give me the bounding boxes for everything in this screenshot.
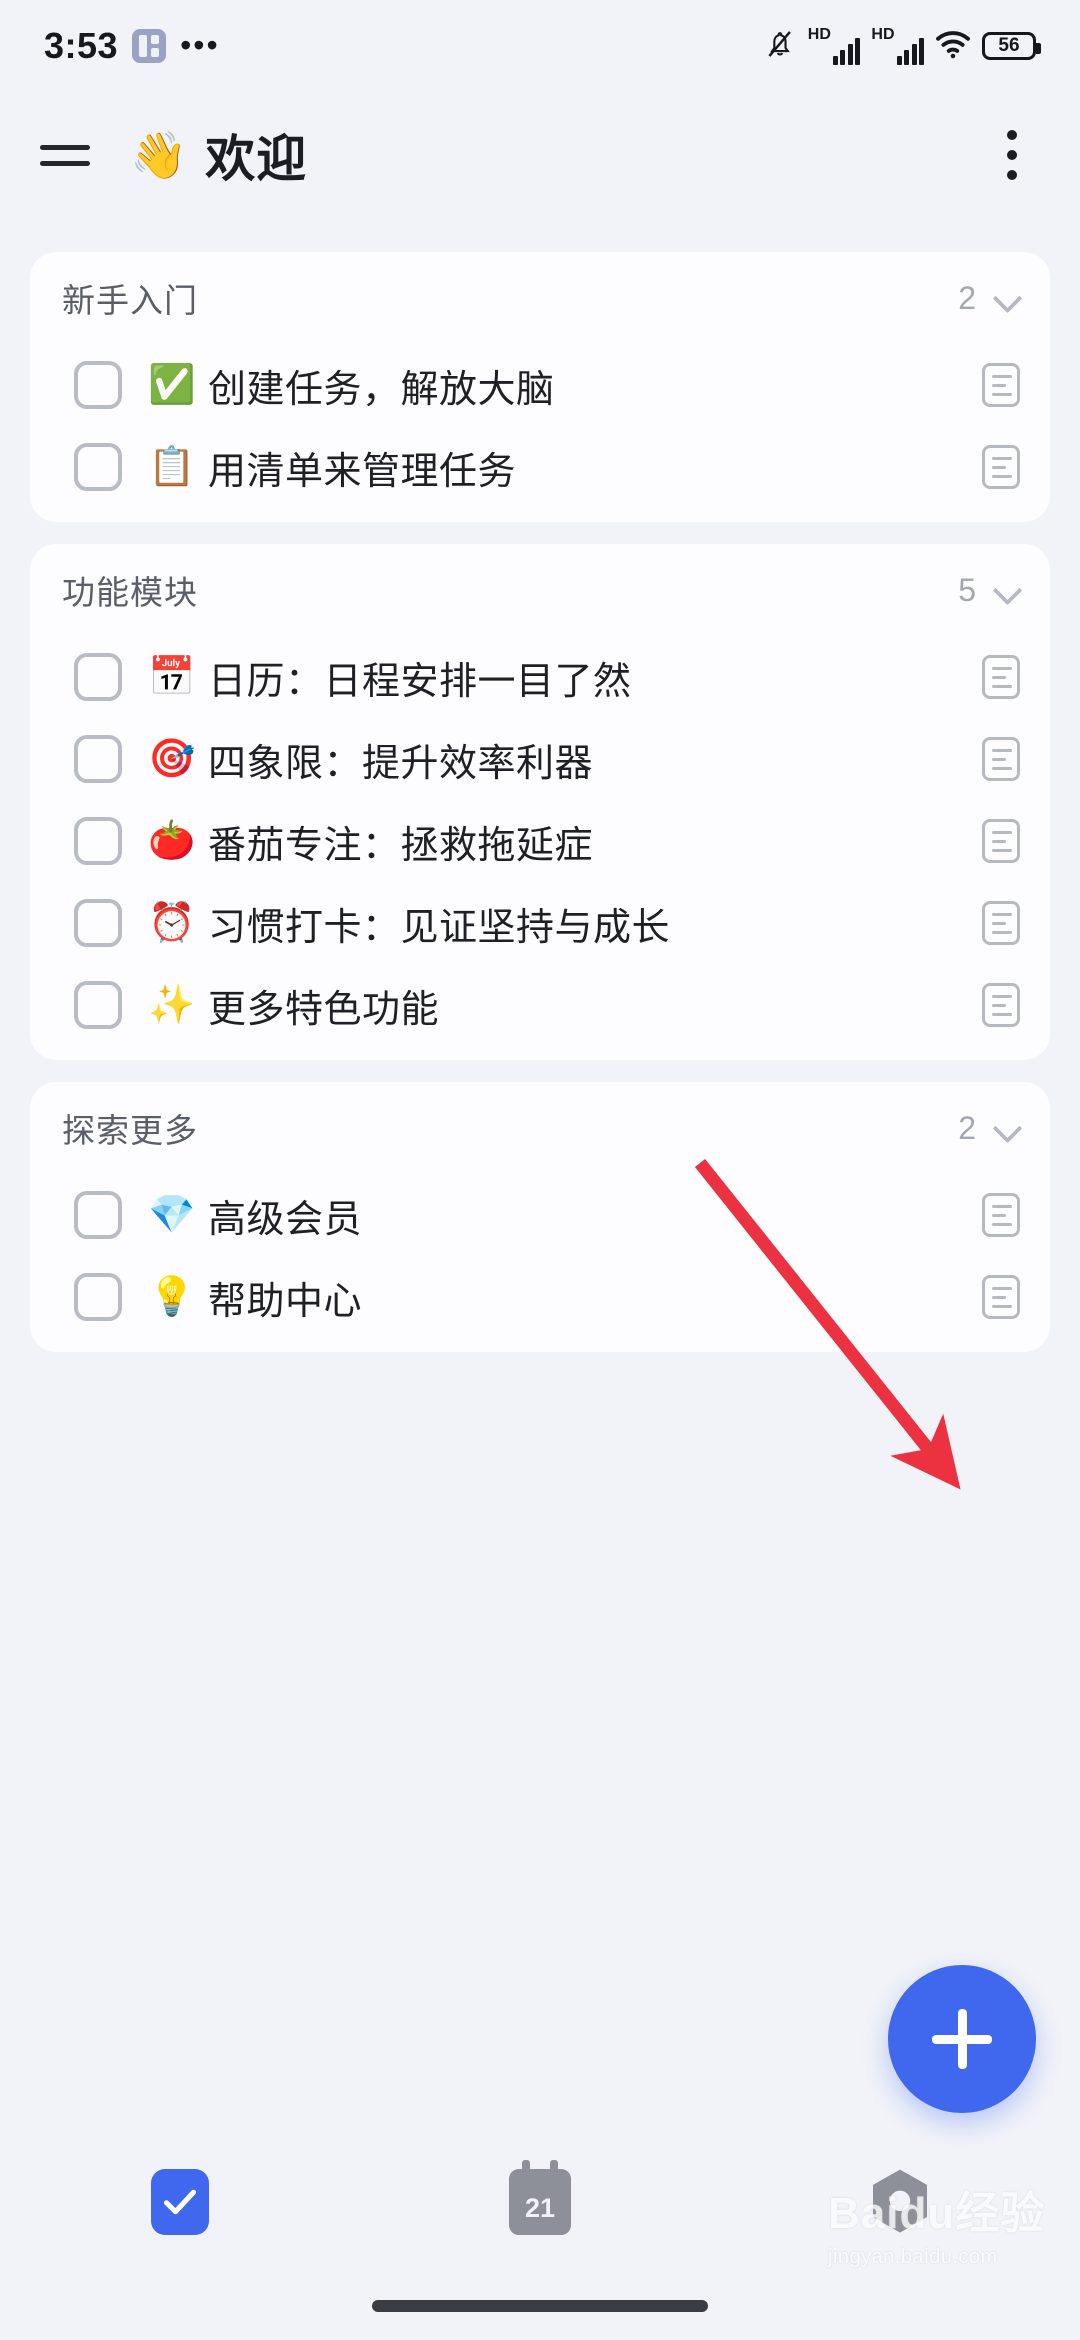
task-checkbox[interactable] [74,361,122,409]
more-vertical-icon[interactable] [984,127,1040,183]
nav-item-calendar[interactable]: 21 [360,2160,720,2235]
section-count: 2 [958,1109,976,1146]
task-title: 高级会员 [208,1198,363,1241]
section-meta: 5 [958,572,1020,609]
section-title: 功能模块 [62,574,198,611]
calendar-day-label: 21 [516,2188,564,2228]
status-bar-right: HD HD 56 [763,27,1041,66]
task-emoji-icon: ✅ [148,364,196,406]
nav-item-focus[interactable] [720,2166,1080,2238]
battery-level: 56 [998,35,1020,56]
hexagon-focus-icon [867,2166,933,2238]
note-icon[interactable] [982,655,1020,699]
wifi-icon [935,29,971,64]
status-overflow-icon: ••• [180,27,220,64]
task-emoji-icon: 🍅 [148,820,196,862]
signal-sim1-icon: HD [808,27,861,65]
task-emoji-icon: 💡 [148,1276,196,1318]
task-row[interactable]: 🎯 四象限：提升效率利器 [30,718,1050,800]
note-icon[interactable] [982,901,1020,945]
task-title: 日历：日程安排一目了然 [208,660,632,703]
status-bar-left: 3:53 ••• [44,25,220,67]
status-time: 3:53 [44,25,119,66]
task-title: 习惯打卡：见证坚持与成长 [208,906,671,949]
battery-icon: 56 [982,32,1041,60]
section-card: 新手入门 2 ✅ 创建任务，解放大脑 📋 用清单来管理任务 [30,252,1050,522]
app-header: 👋 欢迎 [0,92,1080,218]
section-title: 探索更多 [62,1112,198,1149]
task-row[interactable]: ⏰ 习惯打卡：见证坚持与成长 [30,882,1050,964]
section-title: 新手入门 [62,282,198,319]
note-icon[interactable] [982,819,1020,863]
grid-app-icon [132,29,167,63]
task-title: 帮助中心 [208,1280,363,1323]
section-count: 5 [958,571,976,608]
task-checkbox[interactable] [74,443,122,491]
page-title-text: 欢迎 [205,131,308,187]
task-title: 更多特色功能 [208,988,440,1031]
task-list: 新手入门 2 ✅ 创建任务，解放大脑 📋 用清单来管理任务 功能模块 5 📅 日… [0,252,1080,1374]
chevron-down-icon[interactable] [994,1115,1020,1141]
task-row[interactable]: ✨ 更多特色功能 [30,964,1050,1046]
task-checkbox[interactable] [74,817,122,865]
note-icon[interactable] [982,445,1020,489]
note-icon[interactable] [982,1275,1020,1319]
task-emoji-icon: 📋 [148,446,196,488]
signal-sim2-icon: HD [871,27,924,65]
home-indicator [372,2300,708,2312]
section-header[interactable]: 新手入门 2 [30,252,1050,344]
sim2-bars [896,35,924,65]
task-emoji-icon: ✨ [148,984,196,1026]
note-icon[interactable] [982,1193,1020,1237]
note-icon[interactable] [982,363,1020,407]
task-row[interactable]: 💎 高级会员 [30,1174,1050,1256]
section-card: 功能模块 5 📅 日历：日程安排一目了然 🎯 四象限：提升效率利器 🍅 番茄专注… [30,544,1050,1060]
task-checkbox[interactable] [74,981,122,1029]
calendar-icon: 21 [509,2160,571,2235]
wave-hand-icon: 👋 [130,129,188,181]
note-icon[interactable] [982,983,1020,1027]
task-row[interactable]: 🍅 番茄专注：拯救拖延症 [30,800,1050,882]
chevron-down-icon[interactable] [994,577,1020,603]
task-row[interactable]: ✅ 创建任务，解放大脑 [30,344,1050,426]
task-title: 用清单来管理任务 [208,450,517,493]
task-title: 创建任务，解放大脑 [208,368,555,411]
task-emoji-icon: 💎 [148,1194,196,1236]
page-title: 👋 欢迎 [130,119,307,191]
section-header[interactable]: 功能模块 5 [30,544,1050,636]
section-meta: 2 [958,1110,1020,1147]
section-header[interactable]: 探索更多 2 [30,1082,1050,1174]
task-checkbox[interactable] [74,1191,122,1239]
sim2-hd-label: HD [871,26,895,43]
task-emoji-icon: 📅 [148,656,196,698]
task-checkbox[interactable] [74,899,122,947]
task-row[interactable]: 📋 用清单来管理任务 [30,426,1050,508]
task-checkbox[interactable] [74,735,122,783]
hamburger-menu-icon[interactable] [40,127,96,183]
task-row[interactable]: 💡 帮助中心 [30,1256,1050,1338]
status-bar: 3:53 ••• HD HD 56 [0,0,1080,92]
task-row[interactable]: 📅 日历：日程安排一目了然 [30,636,1050,718]
sim1-bars [832,35,861,65]
sim1-hd-label: HD [807,26,831,43]
task-title: 四象限：提升效率利器 [208,742,594,785]
check-icon [151,2169,209,2235]
nav-item-tasks[interactable] [0,2169,360,2235]
bell-muted-icon [763,27,797,66]
bottom-navigation: 21 [0,2142,1080,2262]
section-meta: 2 [958,280,1020,317]
chevron-down-icon[interactable] [994,285,1020,311]
section-count: 2 [958,279,976,316]
task-checkbox[interactable] [74,653,122,701]
task-emoji-icon: 🎯 [148,738,196,780]
add-task-fab[interactable] [888,1965,1036,2113]
note-icon[interactable] [982,737,1020,781]
task-title: 番茄专注：拯救拖延症 [208,824,594,867]
section-card: 探索更多 2 💎 高级会员 💡 帮助中心 [30,1082,1050,1352]
task-checkbox[interactable] [74,1273,122,1321]
task-emoji-icon: ⏰ [148,902,196,944]
